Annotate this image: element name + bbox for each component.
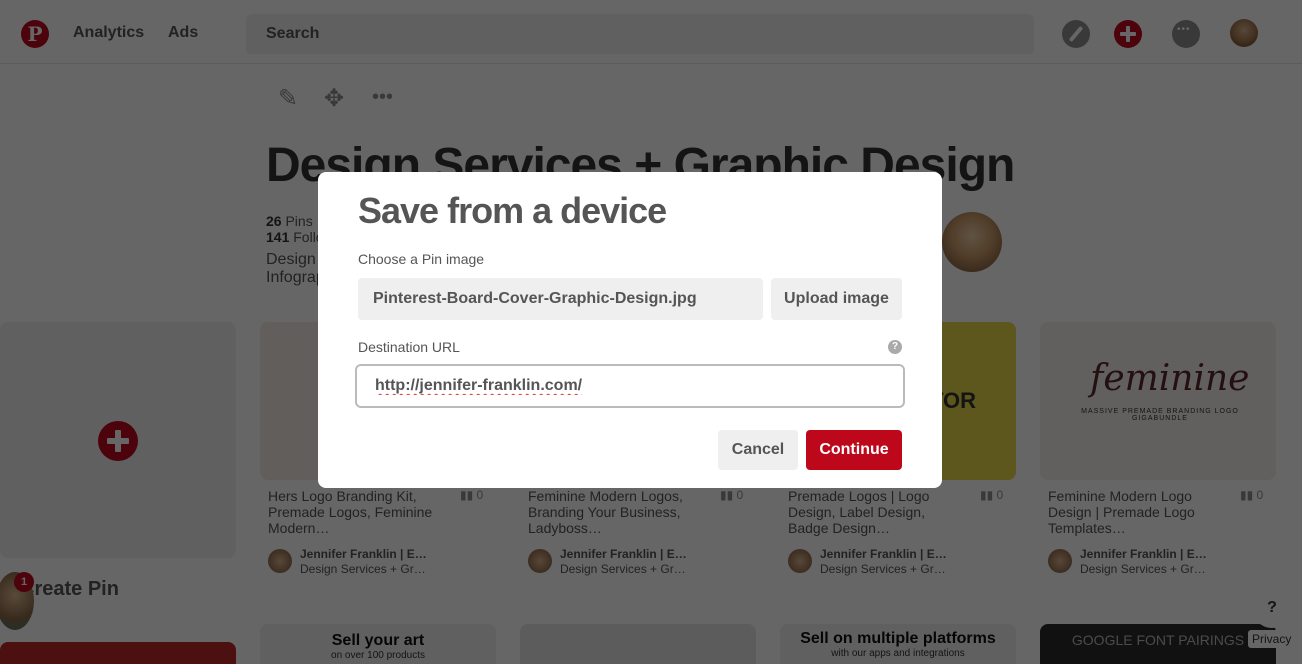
destination-url-input[interactable]: [355, 364, 905, 408]
destination-url-label: Destination URL: [358, 339, 460, 355]
image-label: Choose a Pin image: [358, 251, 485, 267]
file-name-field[interactable]: Pinterest-Board-Cover-Graphic-Design.jpg: [358, 278, 763, 320]
cancel-button[interactable]: Cancel: [718, 430, 798, 470]
continue-button[interactable]: Continue: [806, 430, 902, 470]
upload-image-button[interactable]: Upload image: [771, 278, 902, 320]
save-from-device-dialog: Save from a device Choose a Pin image Pi…: [318, 172, 942, 488]
help-icon[interactable]: ?: [888, 340, 902, 354]
dialog-title: Save from a device: [358, 190, 667, 231]
